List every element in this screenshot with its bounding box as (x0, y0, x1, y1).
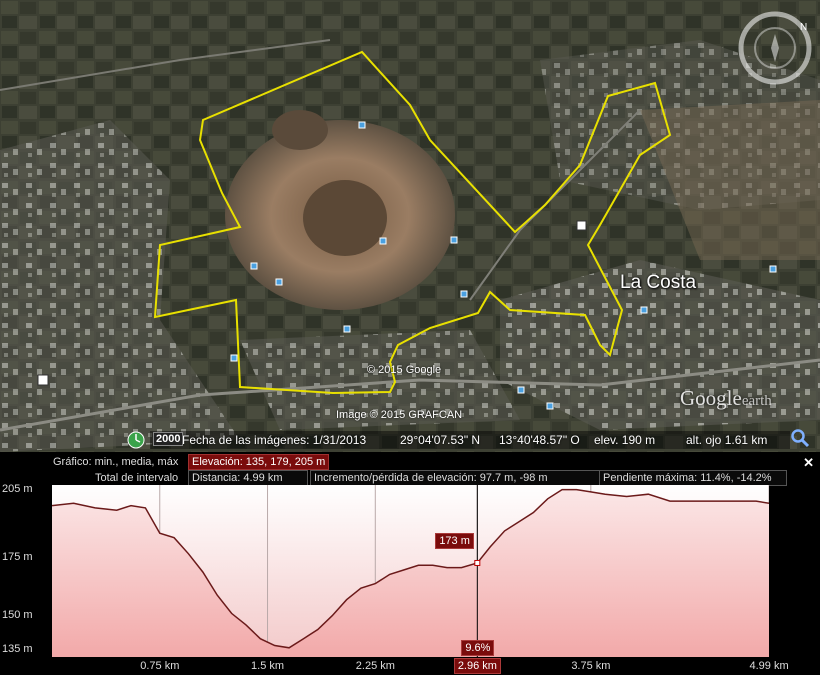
y-tick-label: 150 m (2, 608, 33, 621)
compass-north-label: N (800, 22, 807, 33)
elevation-readout: elev. 190 m (594, 433, 656, 447)
distance-stat: Distancia: 4.99 km (188, 470, 308, 486)
x-tick-label: 3.75 km (571, 660, 611, 672)
elevation-chart[interactable] (52, 485, 769, 657)
satellite-imagery (0, 0, 820, 452)
interval-label: Total de intervalo (95, 472, 179, 484)
x-tick-label: 1.5 km (251, 660, 285, 672)
imagery-date: Fecha de las imágenes: 1/31/2013 (182, 433, 367, 447)
eye-altitude-readout: alt. ojo 1.61 km (686, 433, 768, 447)
google-attribution: © 2015 Google (367, 364, 442, 376)
x-tick-label: 0.75 km (140, 660, 180, 672)
historical-imagery-clock-icon[interactable] (127, 431, 145, 449)
google-earth-logo: Googleearth (680, 386, 772, 410)
elevation-stats: Elevación: 135, 179, 205 m (188, 454, 330, 470)
gain-loss-stat: Incremento/pérdida de elevación: 97.7 m,… (310, 470, 600, 486)
imagery-attribution: Image © 2015 GRAFCAN (336, 409, 463, 421)
cursor-point[interactable] (474, 559, 481, 566)
map-view[interactable]: La Costa © 2015 Google Image © 2015 GRAF… (0, 0, 820, 452)
x-tick-label: 4.99 km (749, 660, 789, 672)
y-tick-label: 175 m (2, 551, 33, 564)
x-tick-label: 2.25 km (355, 660, 395, 672)
graph-label: Gráfico: min., media, máx (53, 456, 179, 468)
y-tick-label: 205 m (2, 482, 33, 495)
historical-imagery-year[interactable]: 2000 (153, 432, 184, 446)
latitude-readout: 29°04'07.53" N (400, 433, 481, 447)
place-label-la-costa[interactable]: La Costa (620, 272, 696, 294)
max-slope-stat: Pendiente máxima: 11.4%, -14.2% (599, 470, 787, 486)
cursor-slope-label: 9.6% (461, 640, 495, 656)
longitude-readout: 13°40'48.57" O (499, 433, 580, 447)
compass-icon[interactable]: N (737, 10, 813, 86)
close-profile-button[interactable]: ✕ (803, 455, 814, 471)
y-tick-label: 135 m (2, 643, 33, 656)
cursor-distance-label: 2.96 km (453, 658, 501, 674)
cursor-elevation-label: 173 m (435, 532, 474, 549)
